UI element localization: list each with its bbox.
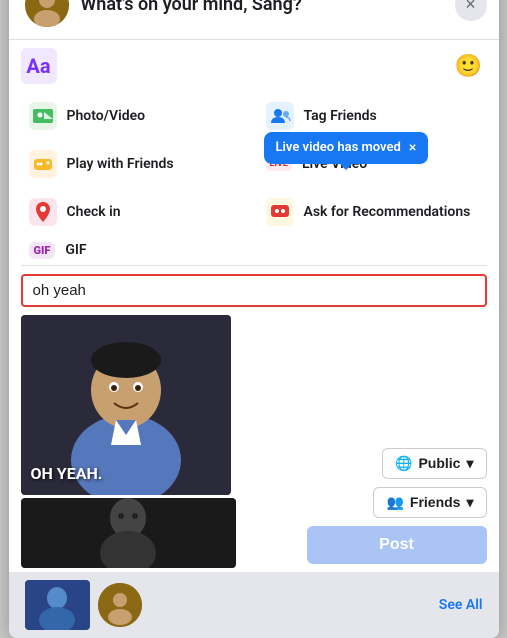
gif-search-input[interactable] [33,282,475,299]
public-label: Public [418,455,460,471]
gif-result-main[interactable]: OH YEAH. [21,315,231,495]
modal-header: What's on your mind, Sang? × [9,0,499,40]
option-check-in[interactable]: Check in [17,188,254,236]
photo-video-icon [29,102,57,130]
check-in-icon [29,198,57,226]
bottom-thumbnail-avatar[interactable] [98,583,142,627]
globe-icon: 🌐 [395,455,412,472]
see-all-link[interactable]: See All [439,597,483,613]
ask-recommendations-label: Ask for Recommendations [304,204,471,220]
check-in-label: Check in [67,204,121,220]
friends-icon: 👥 [386,494,403,511]
option-play-friends[interactable]: Play with Friends [17,140,254,188]
option-photo-video[interactable]: Photo/Video [17,92,254,140]
public-audience-button[interactable]: 🌐 Public ▾ [382,448,486,479]
post-button[interactable]: Post [307,526,487,564]
gif-label: GIF [65,242,86,258]
photo-video-label: Photo/Video [67,108,146,124]
avatar [25,0,69,27]
option-gif[interactable]: GIF GIF [9,236,499,265]
ask-recommendations-icon [266,198,294,226]
tag-friends-icon [266,102,294,130]
friends-audience-button[interactable]: 👥 Friends ▾ [373,487,486,518]
chevron-down-icon: ▾ [466,455,473,472]
text-format-icon[interactable]: Aa [21,48,57,84]
chevron-down-icon-2: ▾ [466,494,473,511]
right-actions: 🌐 Public ▾ 👥 Friends ▾ Post [236,315,487,568]
play-friends-icon [29,150,57,178]
option-tag-friends[interactable]: Tag Friends Live video has moved × [254,92,491,140]
tag-friends-label: Tag Friends [304,108,377,124]
gif-result-second[interactable] [21,498,236,568]
gif-overlay-text: OH YEAH. [31,464,103,483]
live-video-tooltip: Live video has moved × [264,132,429,164]
emoji-button[interactable]: 🙂 [451,48,487,84]
option-ask-recommendations[interactable]: Ask for Recommendations [254,188,491,236]
gif-icon: GIF [29,242,56,259]
tooltip-text: Live video has moved [276,140,401,155]
create-post-modal: What's on your mind, Sang? × Aa 🙂 Photo/… [9,0,499,638]
search-section [9,266,499,311]
tooltip-close-button[interactable]: × [409,140,416,156]
close-button[interactable]: × [455,0,487,21]
options-grid: Photo/Video Tag Friends Live video has m… [9,92,499,236]
bottom-thumbnail-1[interactable] [25,580,90,630]
bottom-bar: See All [9,572,499,638]
gif-results-column: OH YEAH. [21,315,236,568]
play-friends-label: Play with Friends [67,156,174,172]
gif-area: OH YEAH. 🌐 Public ▾ [9,311,499,572]
gif-search-wrapper [21,274,487,307]
modal-title: What's on your mind, Sang? [81,0,483,15]
toolbar-row: Aa 🙂 [9,40,499,92]
friends-label: Friends [410,494,461,510]
